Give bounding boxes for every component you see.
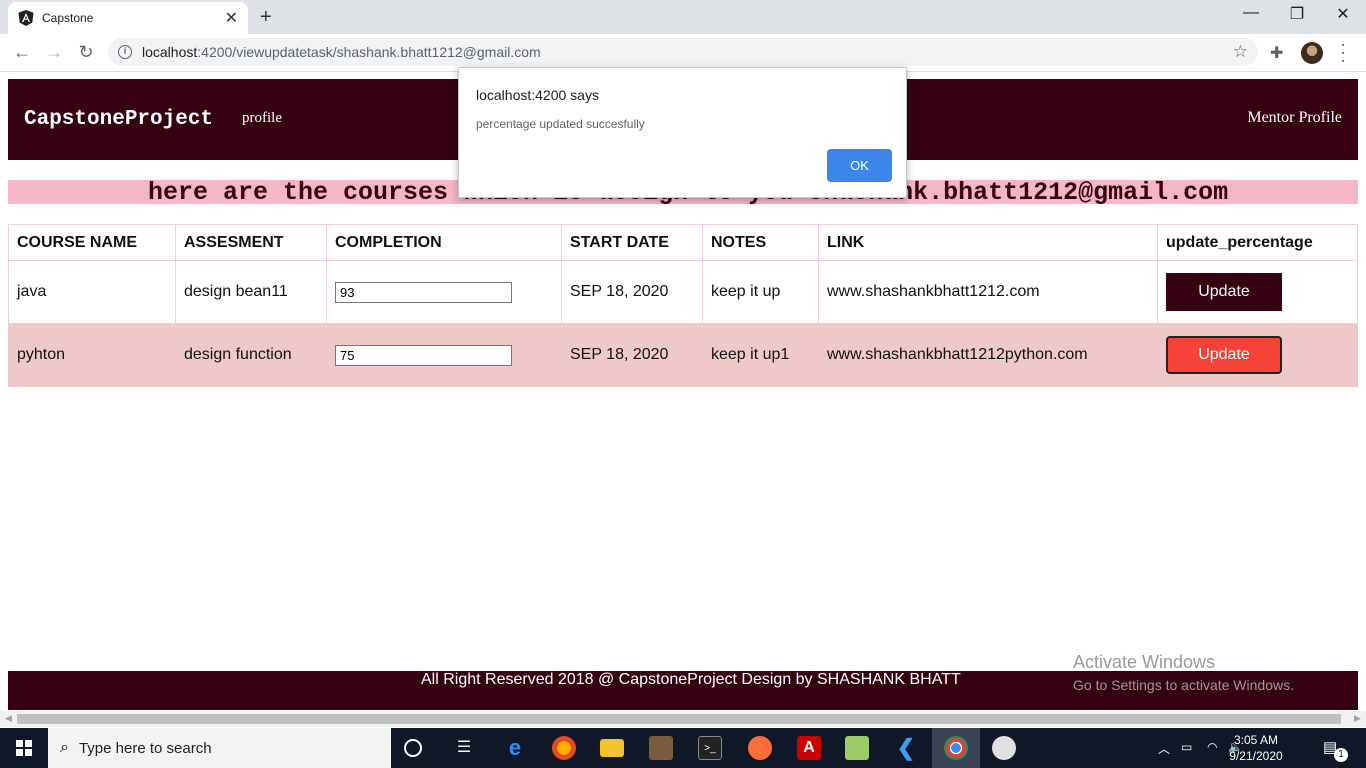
brand-logo[interactable]: CapstoneProject: [24, 108, 213, 131]
cell-link: www.shashankbhatt1212python.com: [818, 323, 1158, 387]
header-start-date: START DATE: [561, 224, 703, 261]
tab-title: Capstone: [42, 11, 94, 25]
nav-profile-link[interactable]: profile: [242, 110, 282, 127]
browser-tab-bar: Capstone ✕ + — ❐ ✕: [0, 0, 1366, 34]
table-header-row: COURSE NAME ASSESMENT COMPLETION START D…: [8, 224, 1358, 261]
paint-icon[interactable]: [992, 736, 1016, 760]
cell-assessment: design bean11: [175, 260, 327, 324]
back-icon[interactable]: ←: [10, 42, 34, 63]
footer-text: All Right Reserved 2018 @ CapstoneProjec…: [421, 671, 961, 688]
nav-mentor-profile-link[interactable]: Mentor Profile: [1247, 109, 1342, 127]
update-button[interactable]: Update: [1166, 336, 1282, 374]
windows-icon: [16, 740, 32, 756]
game-icon[interactable]: [649, 736, 673, 760]
taskbar-search[interactable]: ⌕ Type here to search: [48, 728, 391, 768]
cell-start-date: SEP 18, 2020: [561, 260, 703, 324]
close-tab-icon[interactable]: ✕: [225, 8, 238, 28]
wifi-icon[interactable]: ◠: [1207, 740, 1217, 754]
notepad-icon[interactable]: [845, 736, 869, 760]
scroll-left-icon[interactable]: ◀: [5, 713, 12, 724]
header-assessment: ASSESMENT: [175, 224, 327, 261]
edge-icon[interactable]: e: [503, 736, 527, 760]
alert-dialog: localhost:4200 says percentage updated s…: [458, 67, 907, 198]
header-link: LINK: [818, 224, 1158, 261]
star-icon[interactable]: ☆: [1233, 42, 1248, 62]
taskbar: ⌕ Type here to search ☰ e >_ A ❮ ︿ ▭ ◠ 🔈…: [0, 728, 1366, 768]
restore-icon[interactable]: ❐: [1274, 4, 1320, 24]
address-bar[interactable]: i localhost:4200/viewupdatetask/shashank…: [108, 38, 1258, 66]
clock-date: 9/21/2020: [1229, 749, 1283, 763]
table-row: pyhton design function SEP 18, 2020 keep…: [8, 323, 1358, 387]
vscode-icon[interactable]: ❮: [894, 736, 918, 760]
angular-icon: [18, 10, 34, 26]
clock[interactable]: 3:05 AM 9/21/2020: [1226, 732, 1286, 764]
completion-input[interactable]: [335, 344, 512, 366]
battery-icon[interactable]: ▭: [1181, 740, 1192, 754]
reload-icon[interactable]: ↻: [74, 42, 98, 63]
chrome-icon[interactable]: [944, 736, 968, 760]
menu-icon[interactable]: · · ·: [1338, 35, 1348, 69]
new-tab-icon[interactable]: +: [260, 6, 272, 29]
scrollbar-thumb[interactable]: [17, 714, 1341, 724]
task-view-icon[interactable]: ☰: [452, 736, 476, 760]
cell-completion: [326, 323, 562, 387]
cell-course: pyhton: [8, 323, 176, 387]
firefox-icon[interactable]: [552, 736, 576, 760]
cell-notes: keep it up1: [702, 323, 819, 387]
clock-time: 3:05 AM: [1233, 733, 1279, 747]
update-button[interactable]: Update: [1166, 273, 1282, 311]
terminal-icon[interactable]: >_: [698, 736, 722, 760]
url-host: localhost: [142, 44, 198, 60]
tray-chevron-icon[interactable]: ︿: [1158, 740, 1170, 757]
header-update-percentage: update_percentage: [1157, 224, 1358, 261]
cell-update: Update: [1157, 260, 1358, 324]
activate-windows-subtitle: Go to Settings to activate Windows.: [1073, 677, 1294, 693]
search-icon: ⌕: [60, 739, 69, 756]
header-completion: COMPLETION: [326, 224, 562, 261]
avatar[interactable]: [1301, 42, 1323, 64]
minimize-icon[interactable]: —: [1228, 4, 1274, 22]
courses-table: COURSE NAME ASSESMENT COMPLETION START D…: [8, 224, 1358, 387]
close-window-icon[interactable]: ✕: [1320, 4, 1366, 24]
forward-icon[interactable]: →: [42, 42, 66, 63]
scroll-right-icon[interactable]: ▶: [1354, 713, 1361, 724]
cell-assessment: design function: [175, 323, 327, 387]
activate-windows-title: Activate Windows: [1073, 652, 1216, 672]
acrobat-icon[interactable]: A: [797, 736, 821, 760]
postman-icon[interactable]: [748, 736, 772, 760]
horizontal-scrollbar[interactable]: ◀ ▶: [0, 711, 1366, 727]
file-explorer-icon[interactable]: [600, 739, 624, 757]
extensions-icon[interactable]: ✚: [1270, 43, 1283, 63]
url-path: :4200/viewupdatetask/shashank.bhatt1212@…: [197, 44, 541, 60]
browser-tab[interactable]: Capstone ✕: [8, 2, 248, 34]
info-icon[interactable]: i: [118, 45, 132, 59]
dialog-title: localhost:4200 says: [476, 87, 599, 103]
ok-button[interactable]: OK: [827, 149, 892, 182]
cell-link: www.shashankbhatt1212.com: [818, 260, 1158, 324]
start-button[interactable]: [0, 728, 48, 768]
cell-completion: [326, 260, 562, 324]
search-placeholder: Type here to search: [78, 739, 212, 757]
cell-notes: keep it up: [702, 260, 819, 324]
table-row: java design bean11 SEP 18, 2020 keep it …: [8, 260, 1358, 324]
header-notes: NOTES: [702, 224, 819, 261]
cortana-icon[interactable]: [404, 739, 422, 757]
header-course-name: COURSE NAME: [8, 224, 176, 261]
cell-update: Update: [1157, 323, 1358, 387]
cell-course: java: [8, 260, 176, 324]
dialog-message: percentage updated succesfully: [476, 117, 645, 131]
notification-count: 1: [1334, 748, 1348, 762]
cell-start-date: SEP 18, 2020: [561, 323, 703, 387]
completion-input[interactable]: [335, 281, 512, 303]
